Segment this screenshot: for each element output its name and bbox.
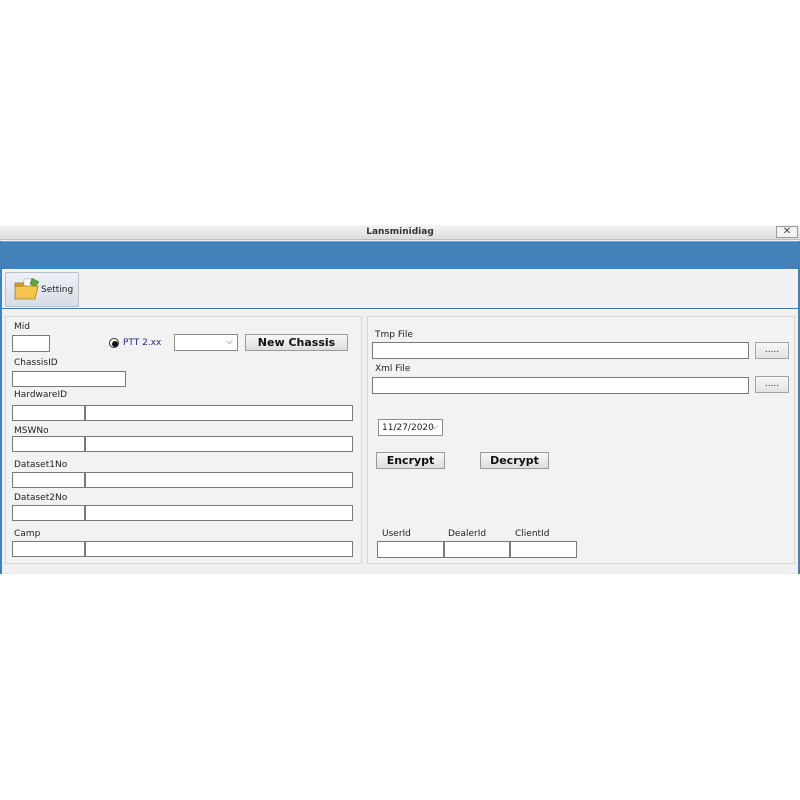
dealerid-label: DealerId — [448, 529, 487, 539]
header-band — [2, 241, 798, 269]
hardware-input-short[interactable] — [12, 405, 85, 421]
msw-input-short[interactable] — [12, 436, 85, 452]
clientid-input[interactable] — [510, 541, 577, 558]
clientid-label: ClientId — [515, 529, 550, 539]
userid-input[interactable] — [377, 541, 444, 558]
mid-input[interactable] — [12, 335, 50, 352]
ribbon-bar — [2, 269, 798, 309]
userid-label: UserId — [382, 529, 411, 539]
hardware-label: HardwareID — [14, 390, 68, 400]
ptt-dropdown[interactable]: ⌵ — [174, 334, 238, 351]
chassis-label: ChassisID — [14, 358, 58, 368]
camp-input-long[interactable] — [85, 541, 353, 557]
tmp-file-browse-button[interactable]: ..... — [755, 342, 789, 359]
msw-label: MSWNo — [14, 426, 49, 436]
chassis-input[interactable] — [12, 371, 126, 387]
hardware-input-long[interactable] — [85, 405, 353, 421]
xml-file-input[interactable] — [372, 377, 749, 394]
ptt-radio[interactable] — [109, 338, 119, 348]
dataset2-label: Dataset2No — [14, 493, 68, 503]
ptt-radio-label: PTT 2.xx — [123, 338, 162, 348]
date-picker-value: 11/27/2020 — [382, 423, 434, 433]
camp-input-short[interactable] — [12, 541, 85, 557]
dataset2-input-short[interactable] — [12, 505, 85, 521]
dataset1-label: Dataset1No — [14, 460, 68, 470]
msw-input-long[interactable] — [85, 436, 353, 452]
chevron-down-icon: ⌵ — [431, 422, 438, 432]
dataset1-input-short[interactable] — [12, 472, 85, 488]
decrypt-button[interactable]: Decrypt — [480, 452, 549, 469]
new-chassis-button[interactable]: New Chassis — [245, 334, 348, 351]
tab-setting-label: Setting — [41, 285, 74, 295]
dataset2-input-long[interactable] — [85, 505, 353, 521]
window-title: Lansminidiag — [366, 227, 434, 237]
date-picker[interactable]: 11/27/2020 ⌵ — [378, 419, 443, 436]
mid-label: Mid — [14, 322, 30, 332]
chevron-down-icon: ⌵ — [226, 337, 233, 347]
tmp-file-label: Tmp File — [375, 330, 413, 340]
tmp-file-input[interactable] — [372, 342, 749, 359]
xml-file-browse-button[interactable]: ..... — [755, 376, 789, 393]
camp-label: Camp — [14, 529, 41, 539]
encrypt-button[interactable]: Encrypt — [376, 452, 445, 469]
close-button[interactable]: ✕ — [776, 226, 798, 238]
dealerid-input[interactable] — [444, 541, 510, 558]
dataset1-input-long[interactable] — [85, 472, 353, 488]
xml-file-label: Xml File — [375, 364, 411, 374]
folder-icon — [14, 277, 40, 300]
